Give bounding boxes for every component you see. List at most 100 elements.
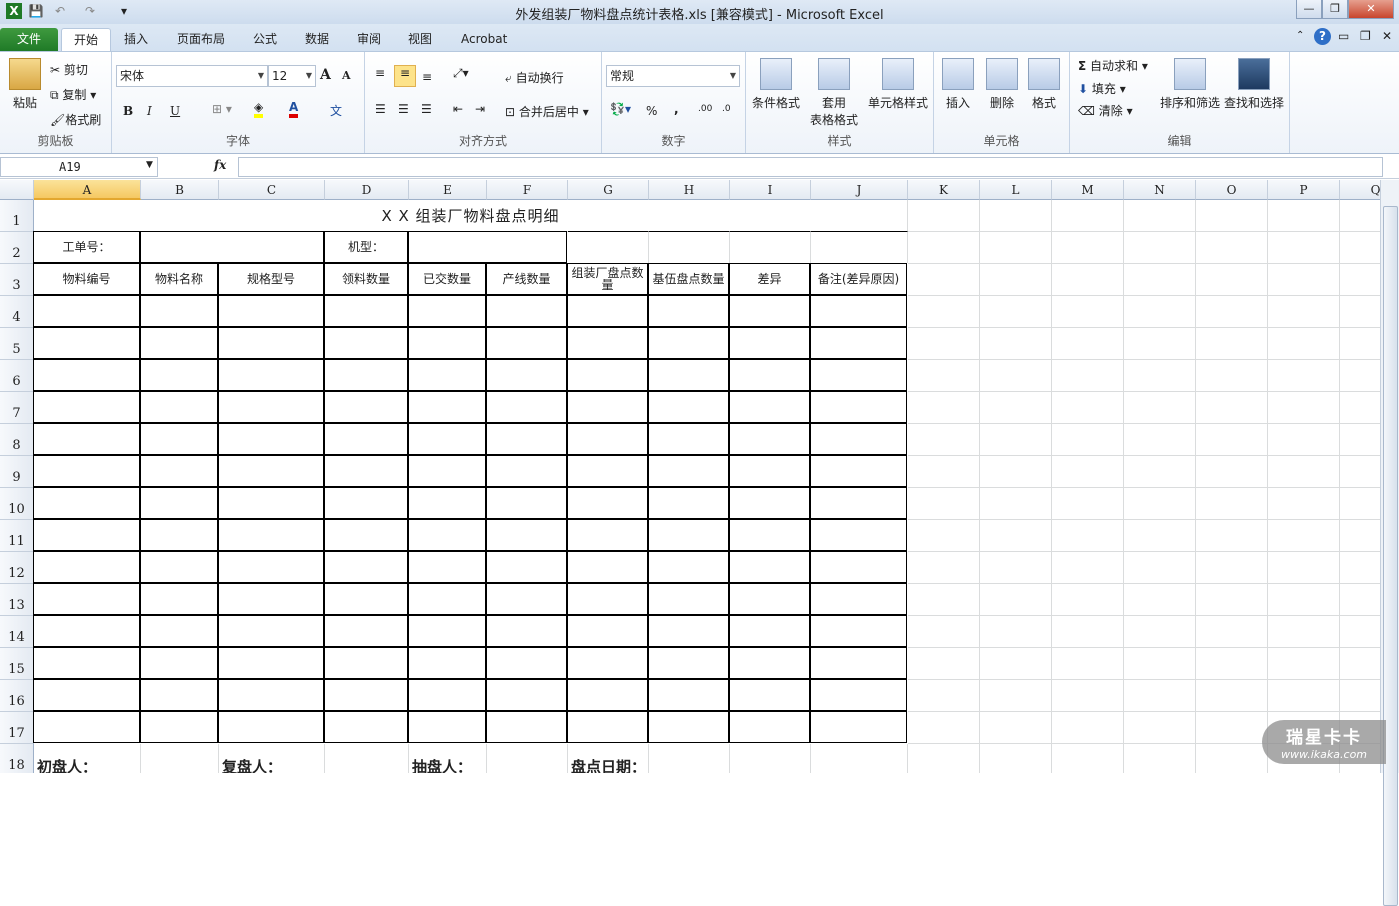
- table-cell[interactable]: [324, 423, 408, 455]
- tab-home[interactable]: 开始: [61, 28, 112, 51]
- comma-button[interactable]: ,: [674, 102, 679, 116]
- cell[interactable]: [980, 328, 1052, 360]
- table-cell[interactable]: [729, 679, 810, 711]
- cell[interactable]: [908, 360, 980, 392]
- table-cell[interactable]: [648, 519, 729, 551]
- currency-icon[interactable]: 💱▾: [610, 102, 631, 116]
- cell[interactable]: [1196, 360, 1268, 392]
- cell[interactable]: [1052, 456, 1124, 488]
- table-cell[interactable]: [408, 455, 486, 487]
- table-cell[interactable]: [408, 711, 486, 743]
- formula-input[interactable]: [238, 157, 1383, 177]
- cell[interactable]: [1052, 744, 1124, 773]
- underline-button[interactable]: U: [170, 104, 180, 118]
- help-icon[interactable]: ?: [1314, 28, 1331, 45]
- table-cell[interactable]: [140, 551, 218, 583]
- row-header-6[interactable]: 6: [0, 360, 34, 392]
- cell[interactable]: [1340, 616, 1380, 648]
- signature-label[interactable]: 初盘人：: [34, 744, 141, 774]
- cell[interactable]: [1268, 264, 1340, 296]
- vertical-scrollbar[interactable]: [1380, 180, 1399, 906]
- cell[interactable]: [1196, 200, 1268, 232]
- copy-button[interactable]: ⧉ 复制 ▾: [50, 86, 96, 103]
- table-cell[interactable]: [567, 519, 648, 551]
- cell[interactable]: [1196, 680, 1268, 712]
- sort-filter-button[interactable]: 排序和筛选: [1158, 58, 1222, 111]
- number-format-select[interactable]: 常规 ▼: [606, 65, 740, 87]
- cell[interactable]: [1124, 328, 1196, 360]
- cell[interactable]: [1196, 328, 1268, 360]
- column-header-h[interactable]: H: [649, 180, 730, 200]
- table-cell[interactable]: [729, 327, 810, 359]
- cell[interactable]: [908, 488, 980, 520]
- bold-button[interactable]: B: [123, 104, 133, 118]
- table-cell[interactable]: [729, 583, 810, 615]
- phonetic-button[interactable]: 文: [330, 102, 342, 119]
- wb-restore-icon[interactable]: ❐: [1360, 29, 1371, 43]
- cell[interactable]: [908, 648, 980, 680]
- cell[interactable]: [1124, 264, 1196, 296]
- cell[interactable]: [649, 231, 730, 263]
- table-cell[interactable]: [218, 487, 324, 519]
- table-cell[interactable]: [567, 455, 648, 487]
- row-header-2[interactable]: 2: [0, 232, 34, 264]
- cell[interactable]: [649, 744, 730, 773]
- insert-button[interactable]: 插入: [934, 58, 982, 111]
- cell[interactable]: [1196, 232, 1268, 264]
- table-cell[interactable]: [486, 487, 567, 519]
- tab-view[interactable]: 视图: [396, 28, 444, 51]
- table-cell[interactable]: [140, 391, 218, 423]
- cell[interactable]: [1052, 584, 1124, 616]
- cell[interactable]: [1124, 712, 1196, 744]
- table-cell[interactable]: [140, 423, 218, 455]
- cell[interactable]: [1340, 296, 1380, 328]
- column-header-o[interactable]: O: [1196, 180, 1268, 200]
- cell[interactable]: [1340, 328, 1380, 360]
- table-cell[interactable]: [567, 359, 648, 391]
- scrollbar-thumb[interactable]: [1383, 206, 1398, 906]
- table-cell[interactable]: [729, 551, 810, 583]
- table-cell[interactable]: [810, 519, 907, 551]
- cell[interactable]: [1052, 392, 1124, 424]
- column-header-cell[interactable]: 产线数量: [486, 263, 567, 295]
- cell[interactable]: [1268, 584, 1340, 616]
- cell[interactable]: [1340, 424, 1380, 456]
- table-cell[interactable]: [567, 295, 648, 327]
- table-cell[interactable]: [140, 711, 218, 743]
- table-cell[interactable]: [729, 647, 810, 679]
- table-cell[interactable]: [567, 583, 648, 615]
- model-label[interactable]: 机型：: [324, 231, 408, 263]
- align-bottom-icon[interactable]: ≡: [422, 70, 432, 84]
- cell[interactable]: [980, 552, 1052, 584]
- table-cell[interactable]: [486, 359, 567, 391]
- sheet-title[interactable]: X X 组装厂物料盘点明细: [34, 200, 908, 232]
- table-cell[interactable]: [324, 679, 408, 711]
- cell[interactable]: [908, 456, 980, 488]
- table-cell[interactable]: [33, 423, 140, 455]
- table-cell[interactable]: [324, 615, 408, 647]
- table-cell[interactable]: [140, 519, 218, 551]
- cell[interactable]: [1052, 232, 1124, 264]
- table-cell[interactable]: [567, 391, 648, 423]
- cell[interactable]: [1052, 296, 1124, 328]
- table-cell[interactable]: [648, 359, 729, 391]
- column-header-n[interactable]: N: [1124, 180, 1196, 200]
- cell[interactable]: [1268, 296, 1340, 328]
- table-cell[interactable]: [810, 551, 907, 583]
- table-cell[interactable]: [567, 327, 648, 359]
- table-cell[interactable]: [140, 615, 218, 647]
- cell[interactable]: [980, 616, 1052, 648]
- cell[interactable]: [908, 520, 980, 552]
- column-header-e[interactable]: E: [409, 180, 487, 200]
- cell[interactable]: [908, 200, 980, 232]
- table-cell[interactable]: [486, 679, 567, 711]
- cell[interactable]: [1124, 552, 1196, 584]
- select-all-corner[interactable]: [0, 180, 34, 200]
- format-painter-button[interactable]: 🖌格式刷: [50, 111, 101, 128]
- cell[interactable]: [1124, 456, 1196, 488]
- table-cell[interactable]: [140, 487, 218, 519]
- delete-button[interactable]: 删除: [978, 58, 1026, 111]
- table-cell[interactable]: [729, 423, 810, 455]
- row-header-8[interactable]: 8: [0, 424, 34, 456]
- table-cell[interactable]: [140, 647, 218, 679]
